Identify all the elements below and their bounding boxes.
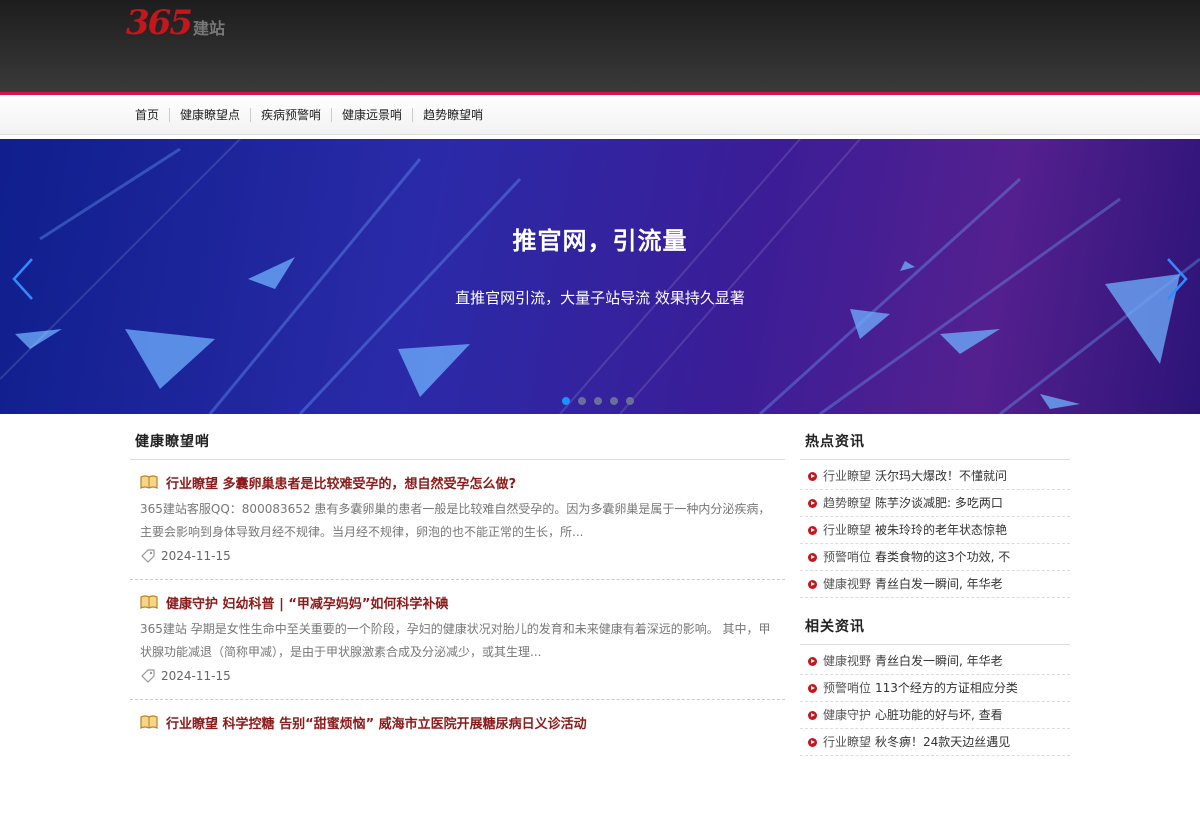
hot-news-block: 热点资讯 行业瞭望 沃尔玛大爆改！不懂就问 趋势瞭望 陈芋汐谈减肥: 多吃两口 行业… [800,425,1070,598]
section-title: 健康瞭望哨 [130,425,785,460]
article-title-text: 科学控糖 告别“甜蜜烦恼” 威海市立医院开展糖尿病日义诊活动 [222,716,587,732]
news-category: 健康守护 [823,707,872,722]
prev-slide-arrow-icon[interactable] [8,257,38,301]
banner-title: 推官网，引流量 [512,227,688,255]
book-icon [140,595,158,609]
news-text: 青丝白发一瞬间, 年华老 [875,653,1003,668]
book-icon [140,715,158,729]
slide-dot-2[interactable] [578,397,586,405]
nav-item-disease-warning[interactable]: 疾病预警哨 [250,108,331,122]
nav-item-health-vision[interactable]: 健康远景哨 [331,108,412,122]
news-category: 预警哨位 [823,549,872,564]
logo-number: 365 [126,3,193,43]
article-date: 2024-11-15 [161,549,231,563]
tag-icon [141,669,155,683]
article-summary: 365建站客服QQ：800083652 患有多囊卵巢的患者一般是比较难自然受孕的… [140,502,771,539]
news-text: 青丝白发一瞬间, 年华老 [875,576,1003,591]
nav-item-trend-outlook[interactable]: 趋势瞭望哨 [412,108,493,122]
related-news-item[interactable]: 行业瞭望 秋冬痹！24款天边丝遇见 [800,729,1070,756]
next-slide-arrow-icon[interactable] [1162,257,1192,301]
news-text: 春类食物的这3个功效, 不 [875,549,1011,564]
slide-dot-3[interactable] [594,397,602,405]
arrow-bullet-icon [808,656,817,666]
arrow-bullet-icon [808,737,817,747]
book-icon [140,475,158,489]
article-title[interactable]: 行业瞭望 多囊卵巢患者是比较难受孕的，想自然受孕怎么做? [166,473,516,492]
article-item[interactable]: 健康守护 妇幼科普 | “甲减孕妈妈”如何科学补碘 365建站 孕期是女性生命中… [130,580,785,700]
hot-news-item[interactable]: 健康视野 青丝白发一瞬间, 年华老 [800,571,1070,598]
news-text: 沃尔玛大爆改！不懂就问 [875,468,1008,483]
related-news-item[interactable]: 健康视野 青丝白发一瞬间, 年华老 [800,648,1070,675]
sidebar: 热点资讯 行业瞭望 沃尔玛大爆改！不懂就问 趋势瞭望 陈芋汐谈减肥: 多吃两口 行业… [800,425,1070,768]
arrow-bullet-icon [808,525,817,535]
hero-banner[interactable]: 推官网，引流量 直推官网引流，大量子站导流 效果持久显著 [0,139,1200,414]
article-date: 2024-11-15 [161,669,231,683]
related-news-item[interactable]: 健康守护 心脏功能的好与坏, 查看 [800,702,1070,729]
related-news-block: 相关资讯 健康视野 青丝白发一瞬间, 年华老 预警哨位 113个经方的方证相应分类 … [800,610,1070,756]
news-text: 113个经方的方证相应分类 [875,680,1018,695]
arrow-bullet-icon [808,579,817,589]
arrow-bullet-icon [808,683,817,693]
main-nav: 首页 健康瞭望点 疾病预警哨 健康远景哨 趋势瞭望哨 [0,95,1200,135]
slide-dot-5[interactable] [626,397,634,405]
hot-news-item[interactable]: 预警哨位 春类食物的这3个功效, 不 [800,544,1070,571]
news-text: 被朱玲玲的老年状态惊艳 [875,522,1008,537]
arrow-bullet-icon [808,552,817,562]
main-column: 健康瞭望哨 行业瞭望 多囊卵巢患者是比较难受孕的，想自然受孕怎么做? 365建站… [130,425,785,820]
article-item[interactable]: 行业瞭望 多囊卵巢患者是比较难受孕的，想自然受孕怎么做? 365建站客服QQ：8… [130,460,785,580]
news-category: 行业瞭望 [823,734,872,749]
news-category: 行业瞭望 [823,468,872,483]
header-bar: 365 建站 [0,0,1200,92]
tag-icon [141,549,155,563]
banner-decoration [0,139,1200,414]
hot-news-item[interactable]: 行业瞭望 被朱玲玲的老年状态惊艳 [800,517,1070,544]
article-title-text: 多囊卵巢患者是比较难受孕的，想自然受孕怎么做? [222,476,517,492]
slide-dot-1[interactable] [562,397,570,405]
article-category: 健康守护 [166,596,219,612]
related-news-title: 相关资讯 [800,610,1070,645]
arrow-bullet-icon [808,498,817,508]
hot-news-item[interactable]: 趋势瞭望 陈芋汐谈减肥: 多吃两口 [800,490,1070,517]
article-category: 行业瞭望 [166,716,219,732]
news-text: 陈芋汐谈减肥: 多吃两口 [875,495,1003,510]
article-title-text: 妇幼科普 | “甲减孕妈妈”如何科学补碘 [222,596,449,612]
news-text: 心脏功能的好与坏, 查看 [875,707,1003,722]
slide-dot-4[interactable] [610,397,618,405]
news-category: 行业瞭望 [823,522,872,537]
hot-news-item[interactable]: 行业瞭望 沃尔玛大爆改！不懂就问 [800,463,1070,490]
news-category: 健康视野 [823,653,872,668]
arrow-bullet-icon [808,710,817,720]
news-text: 秋冬痹！24款天边丝遇见 [875,734,1011,749]
news-category: 健康视野 [823,576,872,591]
article-summary: 365建站 孕期是女性生命中至关重要的一个阶段，孕妇的健康状况对胎儿的发育和未来… [140,622,771,659]
hot-news-title: 热点资讯 [800,425,1070,460]
site-logo[interactable]: 365 建站 [126,3,225,43]
news-category: 趋势瞭望 [823,495,872,510]
nav-item-home[interactable]: 首页 [126,108,169,122]
arrow-bullet-icon [808,471,817,481]
news-category: 预警哨位 [823,680,872,695]
related-news-item[interactable]: 预警哨位 113个经方的方证相应分类 [800,675,1070,702]
slide-pagination [562,397,634,405]
banner-subtitle: 直推官网引流，大量子站导流 效果持久显著 [455,289,745,307]
article-category: 行业瞭望 [166,476,219,492]
article-title[interactable]: 健康守护 妇幼科普 | “甲减孕妈妈”如何科学补碘 [166,593,448,612]
article-title[interactable]: 行业瞭望 科学控糖 告别“甜蜜烦恼” 威海市立医院开展糖尿病日义诊活动 [166,713,587,732]
article-item[interactable]: 行业瞭望 科学控糖 告别“甜蜜烦恼” 威海市立医院开展糖尿病日义诊活动 [130,700,785,820]
logo-word: 建站 [192,19,225,38]
nav-item-health-outlook[interactable]: 健康瞭望点 [169,108,250,122]
